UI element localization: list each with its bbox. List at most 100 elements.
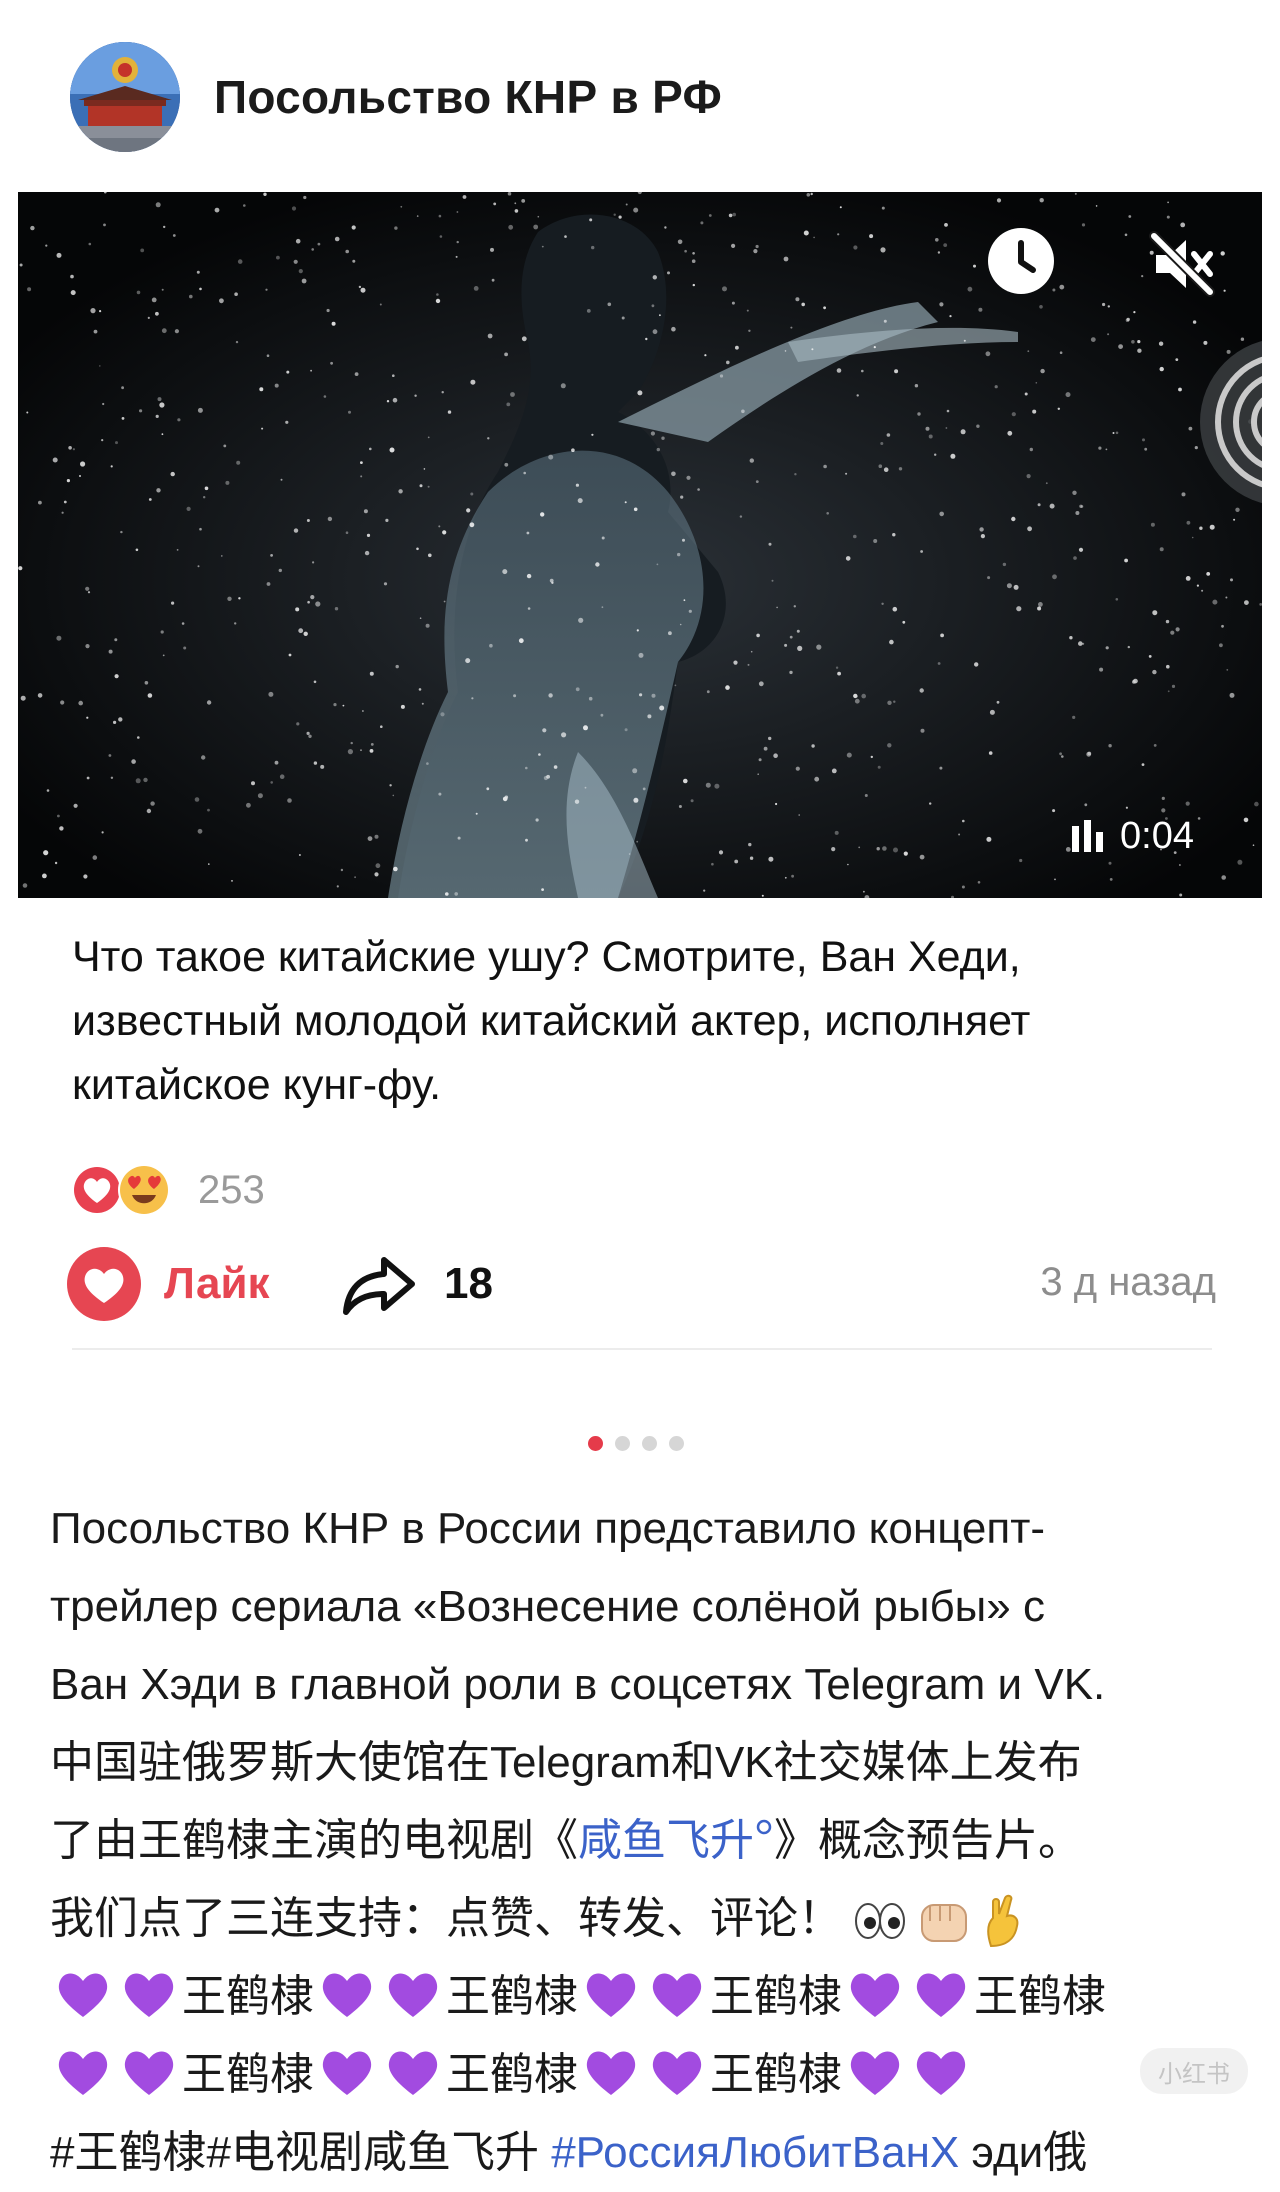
snow-particle xyxy=(527,607,531,610)
snow-particle xyxy=(428,553,432,558)
snow-particle xyxy=(135,548,139,552)
snow-particle xyxy=(684,249,687,253)
snow-particle xyxy=(1078,641,1083,646)
snow-particle xyxy=(270,554,273,557)
snow-particle xyxy=(293,259,298,264)
snow-particle xyxy=(811,744,815,748)
snow-particle xyxy=(671,326,676,332)
snow-particle xyxy=(811,348,814,351)
snow-particle xyxy=(301,278,307,284)
snow-particle xyxy=(837,233,840,236)
mute-button[interactable] xyxy=(1146,228,1218,300)
snow-particle xyxy=(259,387,264,392)
snow-particle xyxy=(893,847,898,853)
snow-particle xyxy=(763,746,768,751)
snow-particle xyxy=(541,888,544,891)
snow-particle xyxy=(548,454,554,460)
snow-particle xyxy=(1158,341,1164,346)
snow-particle xyxy=(628,853,631,855)
snow-particle xyxy=(416,547,419,551)
heart-eyes-icon xyxy=(118,1164,170,1216)
snow-particle xyxy=(1165,619,1170,624)
share-button[interactable]: 18 xyxy=(342,1246,493,1322)
snow-particle xyxy=(1074,192,1077,195)
channel-name[interactable]: Посольство КНР в РФ xyxy=(214,70,722,124)
snow-particle xyxy=(869,234,874,239)
purple-heart-icon xyxy=(586,2051,636,2095)
snow-particle xyxy=(66,479,70,483)
snow-particle xyxy=(162,654,165,657)
snow-particle xyxy=(789,670,793,675)
snow-particle xyxy=(1079,504,1083,508)
snow-particle xyxy=(312,561,315,564)
pager-dot-2[interactable] xyxy=(615,1436,630,1451)
snow-particle xyxy=(266,354,270,357)
snow-particle xyxy=(354,876,356,879)
snow-particle xyxy=(221,555,223,557)
snow-particle xyxy=(237,259,243,264)
series-link[interactable]: 咸鱼飞升 xyxy=(578,1816,774,1865)
snow-particle xyxy=(462,195,467,199)
snow-particle xyxy=(163,225,166,229)
hashtag[interactable]: #РоссияЛюбитВанХ xyxy=(551,2128,959,2177)
heart-icon xyxy=(67,1247,141,1321)
pager-dot-4[interactable] xyxy=(669,1436,684,1451)
watch-later-button[interactable] xyxy=(986,226,1056,296)
desc-text: эди俄 xyxy=(971,2128,1088,2177)
snow-particle xyxy=(863,890,865,893)
snow-particle xyxy=(961,885,965,889)
snow-particle xyxy=(636,629,639,632)
purple-heart-icon xyxy=(322,1973,372,2017)
snow-particle xyxy=(360,461,363,464)
snow-particle xyxy=(80,461,86,467)
purple-heart-icon xyxy=(388,1973,438,2017)
snow-particle xyxy=(1175,627,1180,632)
channel-avatar[interactable] xyxy=(70,42,180,152)
snow-particle xyxy=(1081,223,1086,227)
snow-particle xyxy=(280,478,283,481)
snow-particle xyxy=(571,448,575,453)
snow-particle xyxy=(892,606,898,612)
video-player[interactable]: 0:04 xyxy=(18,192,1262,898)
snow-particle xyxy=(27,287,32,292)
snow-particle xyxy=(442,530,447,535)
name-text: 王鹤棣 xyxy=(182,1972,314,2021)
snow-particle xyxy=(939,302,944,307)
snow-particle xyxy=(521,199,526,203)
snow-particle xyxy=(523,471,526,475)
snow-particle xyxy=(121,386,124,390)
snow-particle xyxy=(101,831,104,834)
snow-particle xyxy=(155,311,159,316)
hashtag[interactable]: #电视剧咸鱼飞升 xyxy=(206,2128,538,2177)
snow-particle xyxy=(160,630,164,634)
snow-particle xyxy=(471,697,474,700)
like-button[interactable]: Лайк xyxy=(66,1246,270,1322)
snow-particle xyxy=(114,674,119,679)
reactions-summary[interactable]: 253 xyxy=(70,1158,265,1222)
purple-heart-icon xyxy=(388,2051,438,2095)
snow-particle xyxy=(1098,446,1102,450)
snow-particle xyxy=(1179,864,1181,866)
snow-particle xyxy=(836,368,842,373)
snow-particle xyxy=(826,512,829,515)
snow-particle xyxy=(1166,215,1170,219)
snow-particle xyxy=(878,464,883,469)
pager-dot-3[interactable] xyxy=(642,1436,657,1451)
snow-particle xyxy=(1185,801,1190,806)
snow-particle xyxy=(231,880,233,882)
snow-particle xyxy=(683,778,688,784)
snow-particle xyxy=(784,876,787,879)
desc-line: Ван Хэди в главной роли в соцсетях Teleg… xyxy=(50,1660,1106,1709)
snow-particle xyxy=(1040,368,1045,374)
snow-particle xyxy=(504,352,508,357)
snow-particle xyxy=(155,414,159,418)
snow-particle xyxy=(88,242,92,246)
snow-particle xyxy=(633,207,639,213)
snow-particle xyxy=(1137,348,1142,353)
hashtag[interactable]: #王鹤棣 xyxy=(50,2128,206,2177)
snow-particle xyxy=(425,623,430,628)
snow-particle xyxy=(389,784,392,787)
snow-particle xyxy=(632,768,638,774)
snow-particle xyxy=(383,582,388,586)
pager-dot-1[interactable] xyxy=(588,1436,603,1451)
